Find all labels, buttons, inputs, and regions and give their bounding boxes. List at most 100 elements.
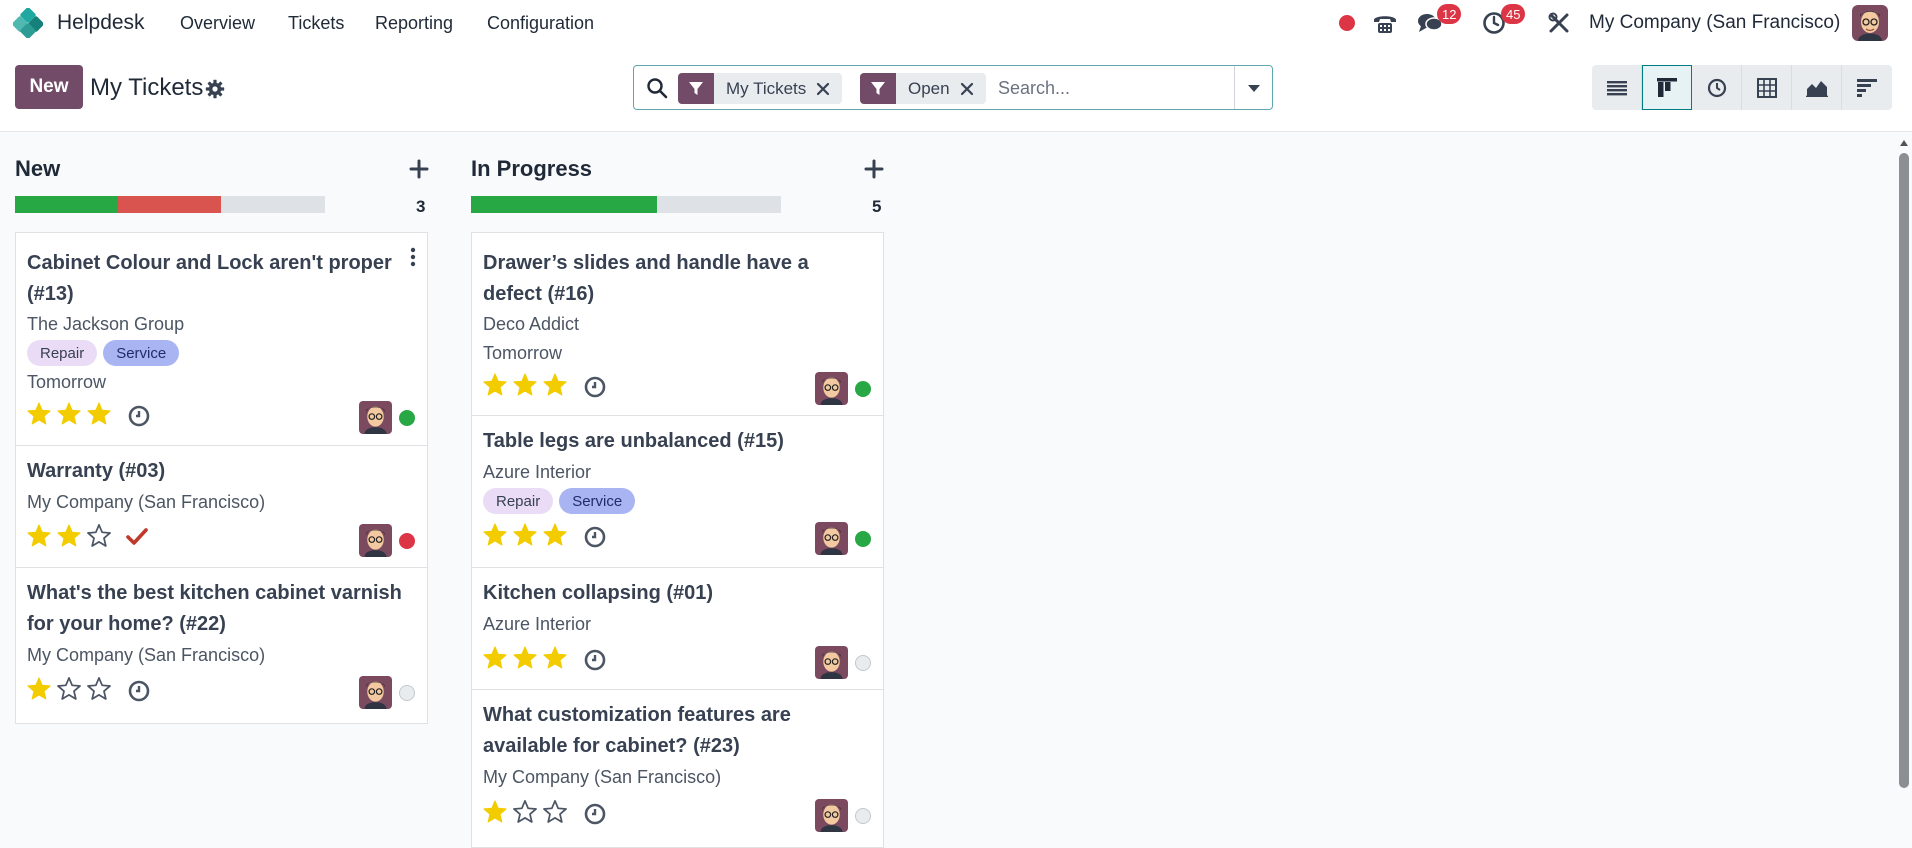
graph-view-icon[interactable] <box>1792 65 1842 110</box>
tag-repair: Repair <box>27 340 98 366</box>
card-customer: My Company (San Francisco) <box>27 492 266 512</box>
phone-icon[interactable] <box>1371 9 1399 37</box>
star-filled-icon[interactable] <box>512 522 538 548</box>
progress-green-segment[interactable] <box>15 196 119 213</box>
star-filled-icon[interactable] <box>542 372 568 398</box>
assignee-avatar[interactable] <box>815 799 848 832</box>
star-empty-icon[interactable] <box>86 523 112 549</box>
star-filled-icon[interactable] <box>482 522 508 548</box>
star-filled-icon[interactable] <box>26 523 52 549</box>
company-switcher[interactable]: My Company (San Francisco) <box>1589 12 1840 34</box>
search-options-toggle[interactable] <box>1234 66 1273 109</box>
ticket-card[interactable]: Cabinet Colour and Lock aren't proper (#… <box>15 232 428 446</box>
control-panel: New My Tickets My Tickets Open <box>0 46 1912 132</box>
facet-remove-icon[interactable] <box>960 73 986 104</box>
check-icon[interactable] <box>125 525 149 549</box>
star-filled-icon[interactable] <box>26 401 52 427</box>
progress-green-segment[interactable] <box>471 196 657 213</box>
progress-red-segment[interactable] <box>118 196 222 213</box>
add-icon[interactable] <box>409 159 429 179</box>
star-empty-icon[interactable] <box>86 676 112 702</box>
ticket-card[interactable]: What's the best kitchen cabinet varnish … <box>15 567 428 724</box>
star-filled-icon[interactable] <box>56 401 82 427</box>
ticket-card[interactable]: What customization features are availabl… <box>471 689 884 848</box>
column-progress-bar[interactable] <box>15 196 325 213</box>
clock-icon[interactable] <box>583 802 607 826</box>
clock-icon[interactable] <box>127 404 151 428</box>
cohort-view-icon[interactable] <box>1842 65 1892 110</box>
user-avatar[interactable] <box>1852 5 1888 41</box>
status-dot-green[interactable] <box>399 410 415 426</box>
star-filled-icon[interactable] <box>56 523 82 549</box>
ticket-card[interactable]: Kitchen collapsing (#01) Azure Interior <box>471 567 884 690</box>
assignee-avatar[interactable] <box>815 372 848 405</box>
assignee-avatar[interactable] <box>359 524 392 557</box>
add-icon[interactable] <box>864 159 884 179</box>
star-filled-icon[interactable] <box>482 799 508 825</box>
star-filled-icon[interactable] <box>512 372 538 398</box>
clock-icon[interactable] <box>583 648 607 672</box>
menu-configuration[interactable]: Configuration <box>487 13 594 34</box>
kanban-board: New 3 Cabinet Colour and Lock aren't pro… <box>0 133 1912 848</box>
new-button[interactable]: New <box>15 65 83 109</box>
facet-remove-icon[interactable] <box>816 73 842 104</box>
tag-repair: Repair <box>483 488 554 514</box>
pivot-view-icon[interactable] <box>1742 65 1792 110</box>
star-empty-icon[interactable] <box>512 799 538 825</box>
star-filled-icon[interactable] <box>482 372 508 398</box>
assignee-avatar[interactable] <box>359 676 392 709</box>
menu-reporting[interactable]: Reporting <box>375 13 453 34</box>
menu-overview[interactable]: Overview <box>180 13 255 34</box>
search-input[interactable] <box>998 74 1228 102</box>
status-dot-green[interactable] <box>855 381 871 397</box>
star-filled-icon[interactable] <box>542 522 568 548</box>
clock-icon[interactable] <box>583 375 607 399</box>
clock-icon[interactable] <box>583 525 607 549</box>
ticket-card[interactable]: Warranty (#03) My Company (San Francisco… <box>15 445 428 568</box>
column-title-in-progress[interactable]: In Progress <box>471 156 592 182</box>
tag-service: Service <box>559 488 636 514</box>
kanban-view-icon[interactable] <box>1642 65 1692 110</box>
priority-stars <box>482 645 568 671</box>
navbar: Helpdesk Overview Tickets Reporting Conf… <box>0 0 1912 46</box>
activity-view-icon[interactable] <box>1692 65 1742 110</box>
status-dot-grey[interactable] <box>399 685 415 701</box>
view-switcher <box>1592 65 1892 110</box>
ticket-card[interactable]: Table legs are unbalanced (#15) Azure In… <box>471 415 884 568</box>
status-dot-grey[interactable] <box>855 655 871 671</box>
star-filled-icon[interactable] <box>26 676 52 702</box>
list-view-icon[interactable] <box>1592 65 1642 110</box>
recording-dot-icon[interactable] <box>1333 9 1361 37</box>
search-bar[interactable]: My Tickets Open <box>633 65 1273 110</box>
star-filled-icon[interactable] <box>482 645 508 671</box>
ticket-card[interactable]: Drawer’s slides and handle have a defect… <box>471 232 884 416</box>
facet-label: Open <box>908 78 950 98</box>
menu-tickets[interactable]: Tickets <box>288 13 344 34</box>
column-title-new[interactable]: New <box>15 156 60 182</box>
filter-icon <box>678 73 714 104</box>
star-filled-icon[interactable] <box>86 401 112 427</box>
status-dot-green[interactable] <box>855 531 871 547</box>
status-dot-red[interactable] <box>399 533 415 549</box>
gear-icon[interactable] <box>205 79 225 99</box>
star-empty-icon[interactable] <box>542 799 568 825</box>
tools-icon[interactable] <box>1545 9 1573 37</box>
app-name[interactable]: Helpdesk <box>57 11 145 35</box>
card-title: Warranty (#03) <box>27 460 166 482</box>
priority-stars <box>26 401 112 427</box>
column-progress-bar[interactable] <box>471 196 781 213</box>
star-filled-icon[interactable] <box>512 645 538 671</box>
card-deadline: Tomorrow <box>27 372 107 392</box>
star-filled-icon[interactable] <box>542 645 568 671</box>
kebab-menu-icon[interactable] <box>409 247 417 267</box>
status-dot-grey[interactable] <box>855 808 871 824</box>
clock-icon[interactable] <box>127 679 151 703</box>
page-title: My Tickets <box>90 74 204 101</box>
scroll-up-arrow-icon[interactable] <box>1899 138 1909 148</box>
assignee-avatar[interactable] <box>359 401 392 434</box>
helpdesk-logo-icon[interactable] <box>13 8 43 38</box>
scrollbar-thumb[interactable] <box>1899 153 1909 788</box>
assignee-avatar[interactable] <box>815 646 848 679</box>
star-empty-icon[interactable] <box>56 676 82 702</box>
assignee-avatar[interactable] <box>815 522 848 555</box>
